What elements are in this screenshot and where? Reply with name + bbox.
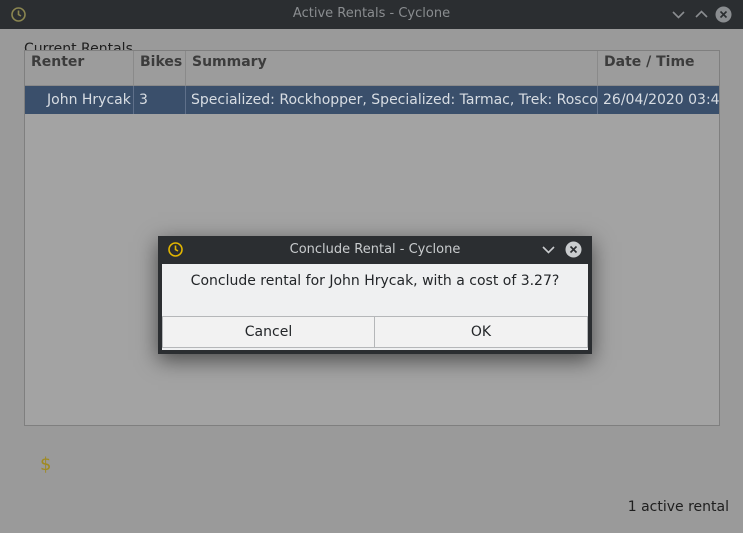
dialog-close-icon[interactable] bbox=[565, 241, 582, 258]
ok-button[interactable]: OK bbox=[374, 316, 588, 348]
close-icon[interactable] bbox=[715, 6, 732, 23]
cell-bikes: 3 bbox=[134, 86, 186, 114]
conclude-rental-dialog: Conclude Rental - Cyclone Conclude renta… bbox=[158, 236, 592, 354]
cancel-button[interactable]: Cancel bbox=[162, 316, 375, 348]
table-header: Renter Bikes Summary Date / Time bbox=[25, 51, 719, 86]
cell-date-time: 26/04/2020 03:45: bbox=[603, 92, 719, 108]
window-title: Active Rentals - Cyclone bbox=[292, 6, 451, 21]
main-titlebar[interactable]: Active Rentals - Cyclone bbox=[0, 0, 743, 29]
dialog-body: Conclude rental for John Hrycak, with a … bbox=[162, 264, 588, 350]
dollar-icon[interactable]: $ bbox=[40, 454, 51, 475]
dialog-minimize-icon[interactable] bbox=[540, 241, 557, 258]
header-summary[interactable]: Summary bbox=[186, 51, 598, 85]
header-bikes[interactable]: Bikes bbox=[134, 51, 186, 85]
dialog-message: Conclude rental for John Hrycak, with a … bbox=[190, 273, 560, 289]
maximize-icon[interactable] bbox=[693, 6, 710, 23]
minimize-icon[interactable] bbox=[670, 6, 687, 23]
table-row[interactable]: John Hrycak 3 Specialized: Rockhopper, S… bbox=[25, 86, 719, 114]
header-date-time[interactable]: Date / Time bbox=[598, 51, 719, 85]
header-renter[interactable]: Renter bbox=[25, 51, 134, 85]
status-label: 1 active rental bbox=[627, 499, 729, 515]
cell-summary: Specialized: Rockhopper, Specialized: Ta… bbox=[186, 86, 598, 114]
dialog-title: Conclude Rental - Cyclone bbox=[289, 242, 461, 257]
cell-renter: John Hrycak bbox=[25, 86, 134, 114]
